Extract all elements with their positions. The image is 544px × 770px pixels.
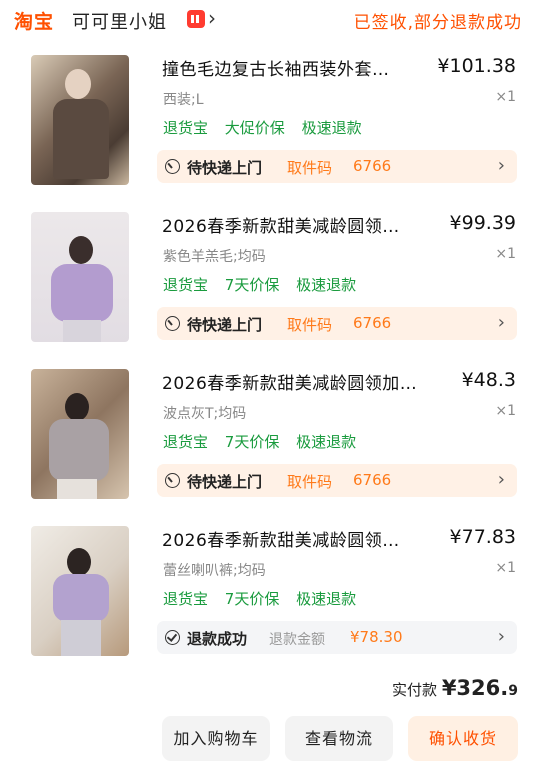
confirm-receipt-button[interactable]: 确认收货 (408, 716, 518, 761)
service-tag: 7天价保 (224, 433, 280, 451)
product-price: ¥77.83 (449, 526, 516, 548)
shop-badge-icon (187, 10, 205, 28)
order-status: 已签收,部分退款成功 (353, 13, 522, 33)
pickup-code: 6766 (353, 471, 392, 489)
product-price: ¥99.39 (449, 212, 516, 234)
order-item[interactable]: 2026春季新款甜美减龄圆领… ¥77.83 蕾丝喇叭裤;均码 ×1 退货宝 7… (0, 526, 544, 676)
service-tag: 7天价保 (224, 276, 280, 294)
service-tag: 退货宝 (163, 276, 209, 294)
service-tag: 7天价保 (224, 590, 280, 608)
pickup-code-label: 取件码 (287, 159, 333, 177)
product-title[interactable]: 撞色毛边复古长袖西装外套… (162, 55, 422, 80)
total-amount-decimal: 9 (508, 683, 518, 699)
product-thumbnail[interactable] (31, 55, 129, 185)
check-circle-icon (165, 630, 180, 645)
order-header: 淘宝 可可里小姐 › 已签收,部分退款成功 (0, 0, 544, 40)
service-tag: 退货宝 (163, 433, 209, 451)
product-thumbnail[interactable] (31, 369, 129, 499)
service-tag: 极速退款 (301, 119, 362, 137)
add-to-cart-button[interactable]: 加入购物车 (162, 716, 270, 761)
refund-amount: ¥78.30 (350, 628, 403, 646)
pickup-code-label: 取件码 (287, 473, 333, 491)
refund-amount-label: 退款金额 (269, 632, 325, 648)
product-title[interactable]: 2026春季新款甜美减龄圆领加… (162, 369, 422, 394)
service-tag: 极速退款 (296, 276, 357, 294)
service-tags: 退货宝 7天价保 极速退款 (163, 431, 368, 452)
chevron-right-icon[interactable]: › (498, 312, 505, 333)
service-tag: 极速退款 (296, 433, 357, 451)
product-qty: ×1 (495, 560, 516, 576)
truck-clock-icon (165, 473, 180, 488)
product-price: ¥48.3 (461, 369, 516, 391)
product-sku: 西装;L (163, 92, 204, 108)
total-label: 实付款 (392, 681, 438, 699)
pickup-code: 6766 (353, 314, 392, 332)
total-amount: ¥326. (441, 676, 509, 700)
view-logistics-button[interactable]: 查看物流 (285, 716, 393, 761)
service-tag: 极速退款 (296, 590, 357, 608)
truck-clock-icon (165, 316, 180, 331)
service-tag: 退货宝 (163, 590, 209, 608)
pickup-code-label: 取件码 (287, 316, 333, 334)
order-total: 实付款 ¥326.9 (392, 676, 518, 700)
chevron-right-icon[interactable]: › (208, 6, 216, 30)
order-item[interactable]: 2026春季新款甜美减龄圆领… ¥99.39 紫色羊羔毛;均码 ×1 退货宝 7… (0, 212, 544, 362)
refund-status-bar[interactable]: 退款成功 退款金额 ¥78.30 › (157, 621, 517, 654)
order-item[interactable]: 撞色毛边复古长袖西装外套… ¥101.38 西装;L ×1 退货宝 大促价保 极… (0, 55, 544, 205)
service-tag: 大促价保 (224, 119, 285, 137)
product-thumbnail[interactable] (31, 212, 129, 342)
taobao-logo: 淘宝 (14, 11, 55, 33)
product-sku: 紫色羊羔毛;均码 (163, 249, 266, 265)
shop-name[interactable]: 可可里小姐 (72, 8, 167, 34)
return-status-bar[interactable]: 待快递上门 取件码 6766 › (157, 150, 517, 183)
chevron-right-icon[interactable]: › (498, 469, 505, 490)
chevron-right-icon[interactable]: › (498, 626, 505, 647)
service-tag: 退货宝 (163, 119, 209, 137)
chevron-right-icon[interactable]: › (498, 155, 505, 176)
product-title[interactable]: 2026春季新款甜美减龄圆领… (162, 212, 422, 237)
product-title[interactable]: 2026春季新款甜美减龄圆领… (162, 526, 422, 551)
product-sku: 蕾丝喇叭裤;均码 (163, 563, 266, 579)
status-label: 待快递上门 (187, 316, 263, 334)
product-qty: ×1 (495, 403, 516, 419)
return-status-bar[interactable]: 待快递上门 取件码 6766 › (157, 307, 517, 340)
status-label: 退款成功 (187, 630, 248, 648)
status-label: 待快递上门 (187, 473, 263, 491)
service-tags: 退货宝 7天价保 极速退款 (163, 588, 368, 609)
truck-clock-icon (165, 159, 180, 174)
order-item[interactable]: 2026春季新款甜美减龄圆领加… ¥48.3 波点灰T;均码 ×1 退货宝 7天… (0, 369, 544, 519)
service-tags: 退货宝 7天价保 极速退款 (163, 274, 368, 295)
pickup-code: 6766 (353, 157, 392, 175)
service-tags: 退货宝 大促价保 极速退款 (163, 117, 374, 138)
return-status-bar[interactable]: 待快递上门 取件码 6766 › (157, 464, 517, 497)
product-thumbnail[interactable] (31, 526, 129, 656)
product-price: ¥101.38 (437, 55, 516, 77)
product-qty: ×1 (495, 89, 516, 105)
product-qty: ×1 (495, 246, 516, 262)
product-sku: 波点灰T;均码 (163, 406, 247, 422)
status-label: 待快递上门 (187, 159, 263, 177)
